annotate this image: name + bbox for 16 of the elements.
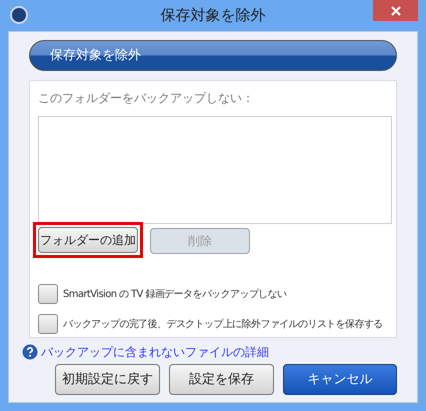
help-link[interactable]: バックアップに含まれないファイルの詳細 <box>41 343 269 361</box>
checkbox-label: SmartVision の TV 録画データをバックアップしない <box>63 288 286 302</box>
close-button[interactable] <box>373 0 418 21</box>
dialog-button[interactable]: 初期設定に戻す <box>55 364 160 395</box>
checkbox-label: バックアップの完了後、デスクトップ上に除外ファイルのリストを保存する <box>63 318 383 332</box>
checkbox[interactable] <box>38 314 58 334</box>
help-icon <box>22 344 38 360</box>
window-title: 保存対象を除外 <box>160 5 266 26</box>
list-label: このフォルダーをバックアップしない： <box>38 90 255 107</box>
close-icon <box>390 6 400 16</box>
dialog-button[interactable]: キャンセル <box>283 364 397 395</box>
section-header: 保存対象を除外 <box>29 40 397 71</box>
dialog-button[interactable]: 設定を保存 <box>169 364 274 395</box>
checkbox[interactable] <box>38 284 58 304</box>
folder-button[interactable]: フォルダーの追加 <box>38 227 138 253</box>
app-logo-icon <box>10 6 28 24</box>
